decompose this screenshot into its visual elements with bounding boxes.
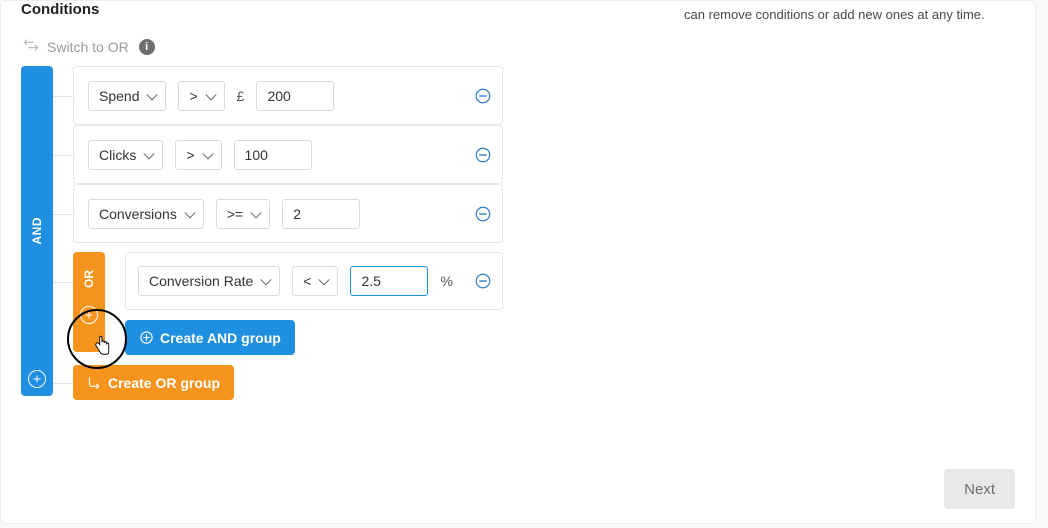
operator-select[interactable]: < <box>292 266 338 296</box>
operator-select[interactable]: >= <box>216 199 270 229</box>
create-or-row: Create OR group <box>73 365 503 400</box>
or-group-rail: OR <box>73 252 105 352</box>
metric-select[interactable]: Spend <box>88 81 166 111</box>
currency-label: £ <box>237 88 245 104</box>
operator-select[interactable]: > <box>175 140 221 170</box>
metric-select[interactable]: Conversion Rate <box>138 266 280 296</box>
value-input[interactable] <box>282 199 360 229</box>
or-subgroup-wrap: OR Conversion Rate < <box>73 252 503 355</box>
value-input[interactable] <box>234 140 312 170</box>
metric-select[interactable]: Conversions <box>88 199 204 229</box>
condition-builder: + AND Spend > £ <box>21 66 503 400</box>
metric-select[interactable]: Clicks <box>88 140 163 170</box>
swap-icon <box>23 37 39 56</box>
switch-or-toggle[interactable]: Switch to OR i <box>23 37 155 56</box>
condition-row: Conversions >= <box>73 184 503 243</box>
or-rail-add-button[interactable] <box>80 306 98 324</box>
info-icon[interactable]: i <box>139 39 155 55</box>
value-input[interactable] <box>256 81 334 111</box>
hint-text: can remove conditions or add new ones at… <box>684 7 985 22</box>
next-button[interactable]: Next <box>944 469 1015 509</box>
or-label: OR <box>82 270 96 288</box>
operator-select[interactable]: > <box>178 81 224 111</box>
create-and-group-button[interactable]: Create AND group <box>125 320 295 355</box>
condition-row: Spend > £ <box>73 66 503 125</box>
create-or-group-button[interactable]: Create OR group <box>73 365 234 400</box>
page-title: Conditions <box>21 1 99 18</box>
and-rail-add-button[interactable] <box>28 370 46 388</box>
value-input[interactable] <box>350 266 428 296</box>
and-label: AND <box>30 217 44 245</box>
unit-label: % <box>440 273 452 289</box>
switch-or-label: Switch to OR <box>47 39 129 55</box>
remove-condition-button[interactable] <box>474 146 492 164</box>
condition-rows: Spend > £ Clicks <box>53 66 503 400</box>
remove-condition-button[interactable] <box>474 205 492 223</box>
condition-row: Clicks > <box>73 125 503 184</box>
remove-condition-button[interactable] <box>474 272 492 290</box>
and-group-rail: + AND <box>21 66 53 396</box>
remove-condition-button[interactable] <box>474 87 492 105</box>
